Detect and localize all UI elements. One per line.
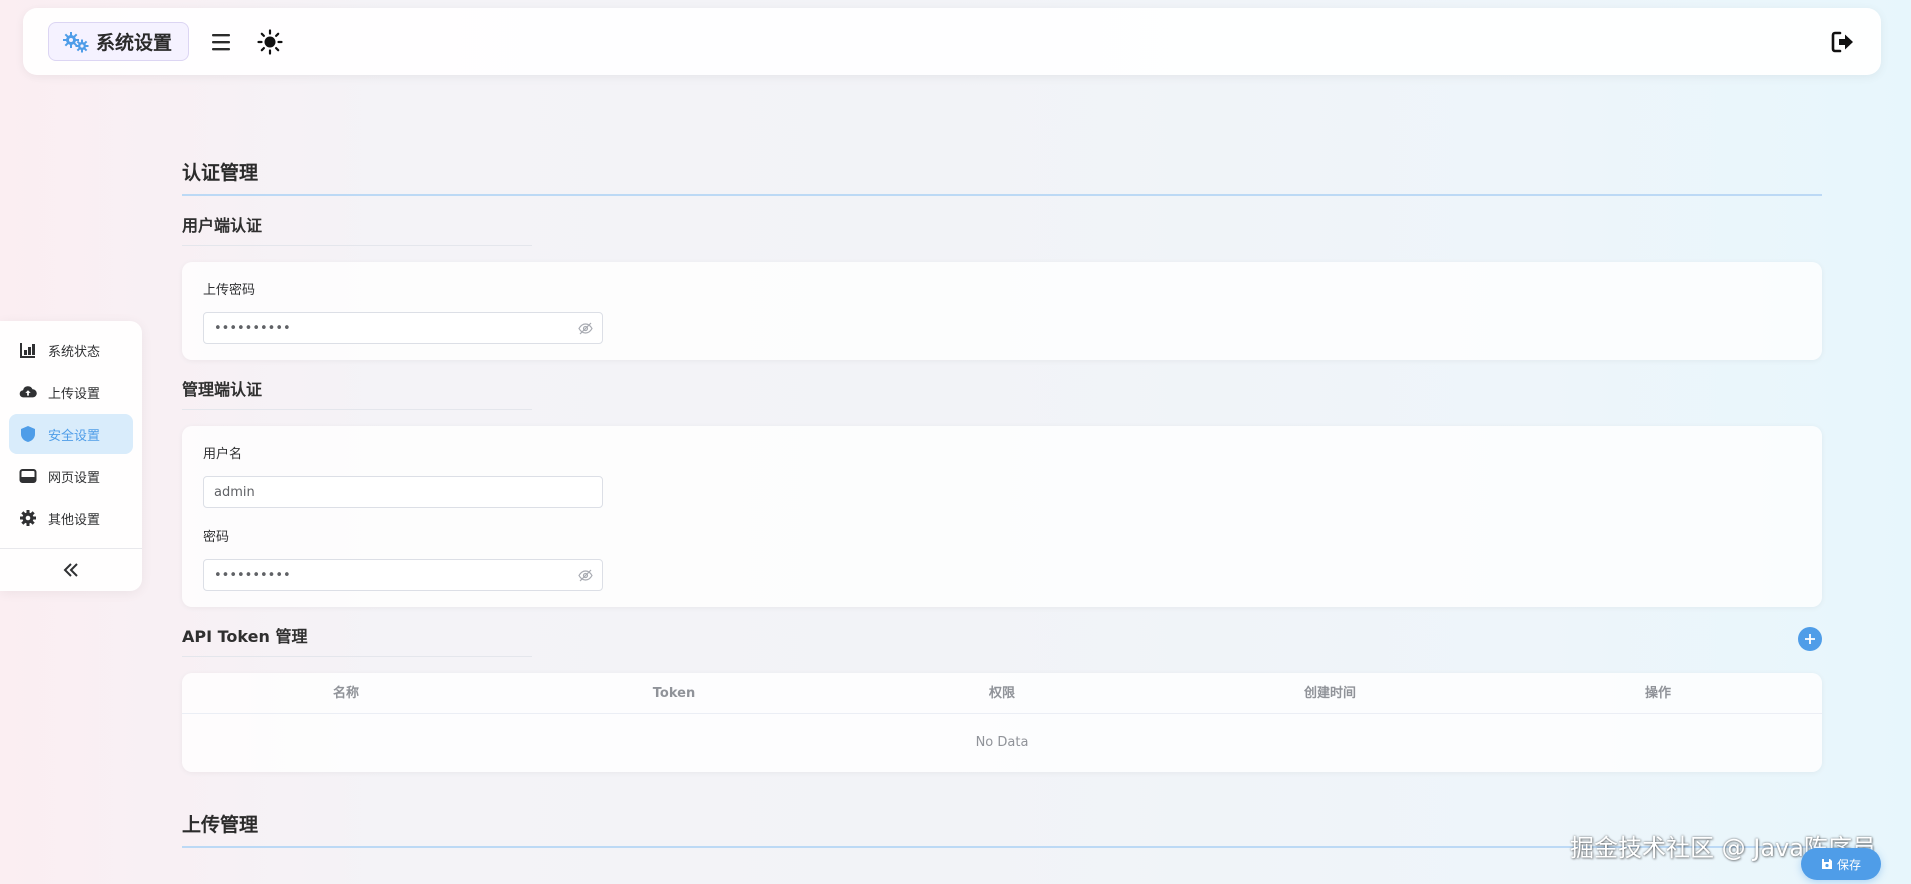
column-header-permission: 权限 <box>988 686 1015 701</box>
gear-icon <box>19 509 37 527</box>
table-header: 名称 Token 权限 创建时间 操作 <box>182 673 1822 714</box>
sidebar-item-label: 上传设置 <box>48 386 101 402</box>
save-button-label: 保存 <box>1836 857 1861 872</box>
api-token-table: 名称 Token 权限 创建时间 操作 No Data <box>182 673 1822 772</box>
sidebar-item-security-settings[interactable]: 安全设置 <box>9 414 133 454</box>
upload-password-label: 上传密码 <box>203 283 256 298</box>
save-button[interactable]: 保存 <box>1801 848 1881 880</box>
eye-hidden-icon[interactable] <box>578 569 593 582</box>
sidebar-item-other-settings[interactable]: 其他设置 <box>9 498 133 538</box>
subsection-title-admin-auth: 管理端认证 <box>182 372 532 410</box>
page-title: 系统设置 <box>96 32 173 54</box>
window-icon <box>19 467 37 485</box>
password-input[interactable]: •••••••••• <box>203 559 603 591</box>
save-icon <box>1821 859 1832 869</box>
sidebar-item-system-status[interactable]: 系统状态 <box>9 330 133 370</box>
column-header-name: 名称 <box>332 686 359 701</box>
collapse-sidebar-button[interactable] <box>0 549 142 591</box>
cloud-upload-icon <box>19 383 37 401</box>
username-label: 用户名 <box>203 447 243 462</box>
upload-password-value: •••••••••• <box>214 320 291 336</box>
username-input[interactable]: admin <box>203 476 603 508</box>
column-header-token: Token <box>652 686 696 701</box>
admin-auth-card: 用户名 admin 密码 •••••••••• <box>182 426 1822 607</box>
side-menu: 系统状态 上传设置 安全设置 网页设置 其他设置 <box>0 321 142 591</box>
sun-icon[interactable] <box>256 28 284 56</box>
column-header-actions: 操作 <box>1644 686 1671 701</box>
sidebar-item-label: 其他设置 <box>48 512 101 528</box>
upload-password-input[interactable]: •••••••••• <box>203 312 603 344</box>
sidebar-item-label: 系统状态 <box>48 344 101 360</box>
password-label: 密码 <box>203 530 230 545</box>
empty-table-text: No Data <box>975 735 1029 750</box>
double-chevron-left-icon <box>63 563 78 577</box>
main-content: 认证管理 用户端认证 上传密码 •••••••••• 管理端认证 用户名 adm… <box>182 150 1822 848</box>
plus-icon <box>1805 634 1815 644</box>
logout-icon[interactable] <box>1829 28 1857 56</box>
api-token-header: API Token 管理 <box>182 619 1822 657</box>
sidebar-item-label: 网页设置 <box>48 470 101 486</box>
shield-icon <box>19 425 37 443</box>
chart-icon <box>19 341 37 359</box>
sidebar-item-upload-settings[interactable]: 上传设置 <box>9 372 133 412</box>
sidebar-item-web-settings[interactable]: 网页设置 <box>9 456 133 496</box>
subsection-title-user-auth: 用户端认证 <box>182 208 532 246</box>
user-auth-card: 上传密码 •••••••••• <box>182 262 1822 360</box>
add-token-button[interactable] <box>1798 627 1822 651</box>
hamburger-icon[interactable] <box>209 30 235 54</box>
brand-badge: 系统设置 <box>48 22 189 61</box>
top-header: 系统设置 <box>23 8 1881 75</box>
password-value: •••••••••• <box>214 567 291 583</box>
gears-icon <box>63 31 89 52</box>
eye-hidden-icon[interactable] <box>578 322 593 335</box>
subsection-title-api-token: API Token 管理 <box>182 619 532 657</box>
section-title-auth: 认证管理 <box>182 150 1822 196</box>
sidebar-item-label: 安全设置 <box>48 428 101 444</box>
column-header-created-at: 创建时间 <box>1303 686 1356 701</box>
username-value: admin <box>214 484 255 500</box>
